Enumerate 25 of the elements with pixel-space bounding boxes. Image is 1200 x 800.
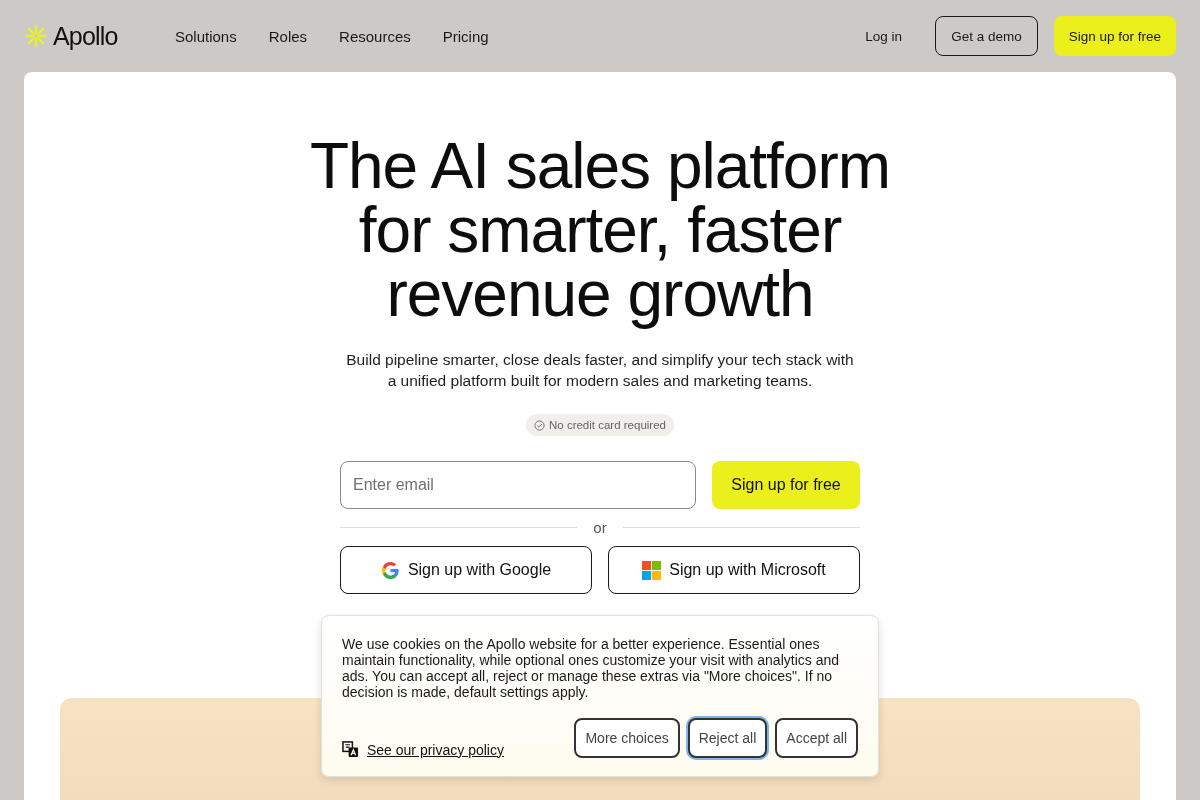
signup-button[interactable]: Sign up for free — [712, 461, 860, 509]
microsoft-signup-button[interactable]: Sign up with Microsoft — [608, 546, 860, 594]
demo-button[interactable]: Get a demo — [935, 16, 1038, 56]
divider-label: or — [593, 518, 607, 536]
signup-button[interactable]: Sign up for free — [1053, 16, 1176, 56]
cookie-notice-text: We use cookies on the Apollo website for a better experience. Essential ones maintain functionality, while optional ones customize your visit with analytics and ads. You can accept all, reject or manage these extras via "More choices". If no decision is made, default settings apply. — [342, 636, 840, 700]
four-squares-icon — [642, 560, 662, 580]
email-input[interactable]: Enter email — [340, 461, 696, 509]
google-signup-button[interactable]: Sign up with Google — [340, 546, 592, 594]
logo-wordmark[interactable]: Apollo — [53, 21, 118, 51]
login-link[interactable]: Log in — [856, 16, 912, 56]
cookie-button[interactable]: More choices — [574, 717, 680, 758]
nav-link[interactable]: Pricing — [442, 27, 489, 45]
google-g-icon — [380, 560, 400, 580]
nav-link[interactable]: Roles — [268, 27, 308, 45]
privacy-policy-link[interactable]: See our privacy policy — [367, 741, 504, 758]
sparkle-logo-icon — [24, 24, 48, 48]
check-circle-icon — [534, 419, 545, 431]
cookie-button[interactable]: Accept all — [775, 717, 858, 758]
nav-link[interactable]: Resources — [339, 27, 411, 45]
translate-icon — [342, 741, 359, 758]
nav-link[interactable]: Solutions — [175, 27, 237, 45]
badge-text: No credit card required — [549, 419, 666, 431]
cookie-button[interactable]: Reject all — [687, 717, 768, 758]
hero-subtitle: Build pipeline smarter, close deals faster, and simplify your tech stack with a unified platform built for modern sales and marketing teams. — [345, 350, 855, 391]
